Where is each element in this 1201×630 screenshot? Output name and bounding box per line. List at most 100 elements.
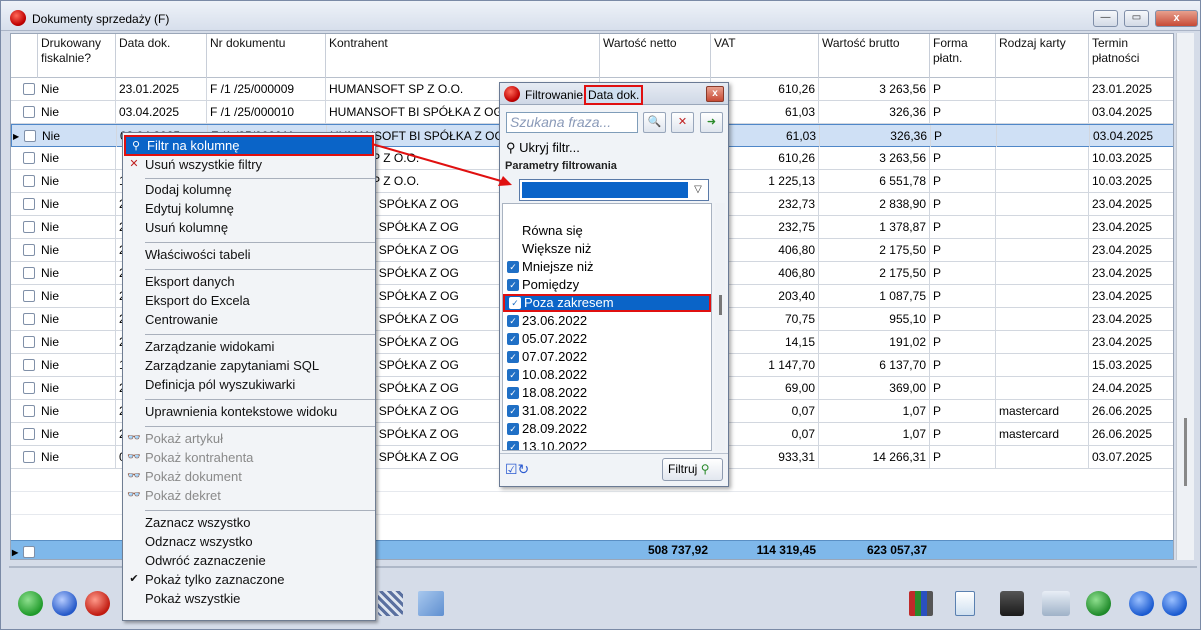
header-kontrahent[interactable]: Kontrahent bbox=[326, 34, 600, 78]
row-checkbox[interactable] bbox=[23, 336, 35, 348]
row-checkbox[interactable] bbox=[23, 428, 35, 440]
cell-karta bbox=[996, 285, 1089, 307]
preview-icon[interactable] bbox=[52, 591, 77, 616]
checkbox-icon[interactable]: ✓ bbox=[507, 315, 519, 327]
filter-option[interactable]: Równa się bbox=[503, 222, 711, 240]
minimize-button[interactable]: — bbox=[1093, 10, 1118, 27]
apply-filter-icon[interactable]: ➜ bbox=[700, 112, 723, 133]
row-checkbox[interactable] bbox=[23, 382, 35, 394]
menu-usun-filtry[interactable]: ✕ Usuń wszystkie filtry bbox=[124, 155, 374, 174]
row-checkbox[interactable] bbox=[23, 221, 35, 233]
date-option[interactable]: ✓ 05.07.2022 bbox=[503, 330, 711, 348]
checkbox-icon[interactable]: ✓ bbox=[507, 261, 519, 273]
date-option[interactable]: ✓ 31.08.2022 bbox=[503, 402, 711, 420]
row-checkbox[interactable] bbox=[23, 267, 35, 279]
checkbox-icon[interactable]: ✓ bbox=[507, 369, 519, 381]
filter-option[interactable]: ✓ Poza zakresem bbox=[503, 294, 711, 312]
list-scrollbar[interactable] bbox=[715, 203, 725, 451]
date-option[interactable]: ✓ 13.10.2022 bbox=[503, 438, 711, 450]
header-karta[interactable]: Rodzaj karty bbox=[996, 34, 1089, 78]
report-chart-icon[interactable] bbox=[909, 591, 933, 616]
menu-eksport-excel[interactable]: Eksport do Excela bbox=[124, 291, 374, 310]
header-termin[interactable]: Termin płatności bbox=[1089, 34, 1173, 78]
chart-view-icon[interactable] bbox=[418, 591, 444, 616]
header-nr[interactable]: Nr dokumentu bbox=[207, 34, 326, 78]
date-option[interactable]: ✓ 07.07.2022 bbox=[503, 348, 711, 366]
document-icon[interactable] bbox=[955, 591, 975, 616]
row-checkbox[interactable] bbox=[23, 290, 35, 302]
filter-option[interactable]: Większe niż bbox=[503, 240, 711, 258]
checkbox-icon[interactable]: ✓ bbox=[507, 441, 519, 450]
checkbox-icon[interactable]: ✓ bbox=[507, 405, 519, 417]
menu-edytuj-kolumne[interactable]: Edytuj kolumnę bbox=[124, 199, 374, 218]
row-checkbox[interactable] bbox=[23, 405, 35, 417]
filtruj-button[interactable]: Filtruj ⚲ bbox=[662, 458, 723, 481]
header-brutto[interactable]: Wartość brutto bbox=[819, 34, 930, 78]
menu-odwroc[interactable]: Odwróć zaznaczenie bbox=[124, 551, 374, 570]
search-input[interactable]: Szukana fraza... bbox=[506, 112, 638, 133]
row-checkbox[interactable] bbox=[23, 244, 35, 256]
menu-uprawnienia[interactable]: Uprawnienia kontekstowe widoku bbox=[124, 402, 374, 421]
menu-sql[interactable]: Zarządzanie zapytaniami SQL bbox=[124, 356, 374, 375]
row-checkbox[interactable] bbox=[23, 451, 35, 463]
checkbox-icon[interactable]: ✓ bbox=[507, 351, 519, 363]
row-checkbox[interactable] bbox=[23, 313, 35, 325]
delete-icon[interactable] bbox=[85, 591, 110, 616]
grid-options-icon[interactable] bbox=[378, 591, 403, 616]
menu-zaznacz[interactable]: Zaznacz wszystko bbox=[124, 513, 374, 532]
search-icon[interactable]: 🔍 bbox=[643, 112, 666, 133]
menu-usun-kolumne[interactable]: Usuń kolumnę bbox=[124, 218, 374, 237]
row-checkbox[interactable] bbox=[23, 106, 35, 118]
header-vat[interactable]: VAT bbox=[711, 34, 819, 78]
previous-icon[interactable] bbox=[1129, 591, 1154, 616]
filter-options-list[interactable]: Równa się Większe niż ✓ Mniejsze niż ✓ Pomięd… bbox=[502, 203, 712, 451]
row-checkbox[interactable] bbox=[24, 130, 36, 142]
save-icon[interactable] bbox=[1000, 591, 1024, 616]
filter-mode-select[interactable]: ▽ bbox=[519, 179, 709, 201]
row-checkbox[interactable] bbox=[23, 152, 35, 164]
menu-filtr-na-kolumne[interactable]: ⚲ Filtr na kolumnę bbox=[124, 135, 374, 156]
checkbox-icon[interactable]: ✓ bbox=[507, 333, 519, 345]
date-option[interactable]: ✓ 18.08.2022 bbox=[503, 384, 711, 402]
checkbox-icon[interactable]: ✓ bbox=[507, 387, 519, 399]
menu-pola[interactable]: Definicja pól wyszukiwarki bbox=[124, 375, 374, 394]
maximize-button[interactable]: ▭ bbox=[1124, 10, 1149, 27]
header-netto[interactable]: Wartość netto bbox=[600, 34, 711, 78]
checkbox-icon[interactable]: ✓ bbox=[507, 279, 519, 291]
row-checkbox[interactable] bbox=[23, 198, 35, 210]
filter-option[interactable]: ✓ Pomiędzy bbox=[503, 276, 711, 294]
filter-option[interactable]: ✓ Mniejsze niż bbox=[503, 258, 711, 276]
row-checkbox[interactable] bbox=[23, 175, 35, 187]
date-option[interactable]: ✓ 10.08.2022 bbox=[503, 366, 711, 384]
row-checkbox[interactable] bbox=[23, 83, 35, 95]
clear-filter-icon[interactable]: ✕ bbox=[671, 112, 694, 133]
header-forma[interactable]: Forma płatn. bbox=[930, 34, 996, 78]
chevron-down-icon[interactable]: ▽ bbox=[690, 182, 706, 198]
filter-close-button[interactable]: x bbox=[706, 86, 724, 102]
menu-dodaj-kolumne[interactable]: Dodaj kolumnę bbox=[124, 180, 374, 199]
header-data[interactable]: Data dok. bbox=[116, 34, 207, 78]
scroll-thumb[interactable] bbox=[1184, 418, 1187, 486]
checkbox-icon[interactable]: ✓ bbox=[509, 297, 521, 309]
row-checkbox[interactable] bbox=[23, 359, 35, 371]
menu-pokaz-wszystkie[interactable]: Pokaż wszystkie bbox=[124, 589, 374, 608]
date-option[interactable]: ✓ 23.06.2022 bbox=[503, 312, 711, 330]
menu-wlasciwosci[interactable]: Właściwości tabeli bbox=[124, 245, 374, 264]
menu-odznacz[interactable]: Odznacz wszystko bbox=[124, 532, 374, 551]
add-icon[interactable] bbox=[18, 591, 43, 616]
header-druk[interactable]: Drukowany fiskalnie? bbox=[38, 34, 116, 78]
menu-widoki[interactable]: Zarządzanie widokami bbox=[124, 337, 374, 356]
next-icon[interactable] bbox=[1162, 591, 1187, 616]
checkbox[interactable] bbox=[23, 546, 35, 558]
toggle-all-icon[interactable]: ☑↻ bbox=[505, 461, 537, 479]
menu-centrowanie[interactable]: Centrowanie bbox=[124, 310, 374, 329]
close-button[interactable]: x bbox=[1155, 10, 1198, 27]
checkbox-icon[interactable]: ✓ bbox=[507, 423, 519, 435]
menu-eksport[interactable]: Eksport danych bbox=[124, 272, 374, 291]
date-option[interactable]: ✓ 28.09.2022 bbox=[503, 420, 711, 438]
refresh-icon[interactable] bbox=[1086, 591, 1111, 616]
copy-icon[interactable] bbox=[1042, 591, 1070, 616]
scroll-thumb[interactable] bbox=[719, 295, 722, 315]
menu-tylko-zaznaczone[interactable]: ✔ Pokaż tylko zaznaczone bbox=[124, 570, 374, 589]
hide-filter-link[interactable]: ⚲ Ukryj filtr... bbox=[506, 140, 580, 156]
